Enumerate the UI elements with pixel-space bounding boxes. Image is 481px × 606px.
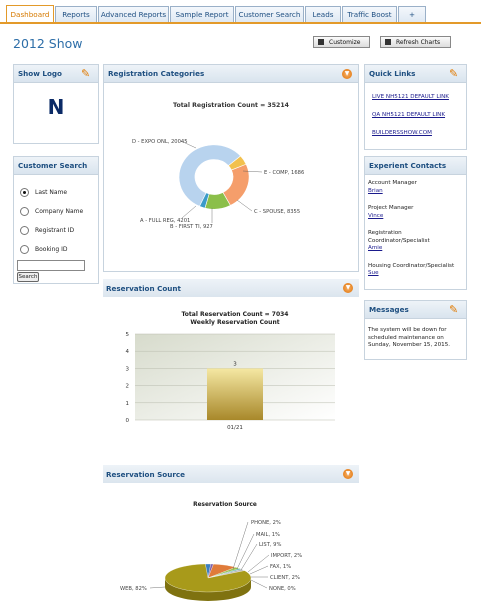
edit-pencil-icon[interactable]: ✎: [449, 68, 461, 80]
search-button[interactable]: Search: [17, 272, 39, 282]
contact-role: Project Manager: [368, 205, 414, 211]
customize-icon: [318, 39, 324, 45]
y-tick-label: 4: [126, 349, 130, 355]
contact-name[interactable]: Sue: [368, 270, 464, 278]
tab-customer-search[interactable]: Customer Search: [235, 6, 304, 22]
quick-links-header: Quick Links ✎: [365, 65, 466, 83]
y-tick-label: 3: [126, 366, 130, 372]
y-tick-label: 0: [126, 418, 130, 424]
radio-button[interactable]: [20, 207, 29, 216]
label-list: LIST, 9%: [259, 542, 281, 548]
registration-categories-panel: Registration Categories ▼ Total Registra…: [103, 64, 359, 272]
customer-search-header: Customer Search: [14, 157, 98, 175]
y-tick-label: 5: [126, 332, 130, 338]
radio-button[interactable]: [20, 245, 29, 254]
messages-header: Messages ✎: [365, 301, 466, 319]
tab-dashboard[interactable]: Dashboard: [6, 5, 54, 23]
registration-categories-header: Registration Categories ▼: [104, 65, 358, 83]
quick-link-live[interactable]: LIVE NH5121 DEFAULT LINK: [372, 94, 449, 100]
label-web: WEB, 82%: [120, 586, 147, 592]
show-logo-header: Show Logo ✎: [14, 65, 98, 83]
label-comp: E - COMP, 1686: [264, 170, 304, 176]
contact-name[interactable]: Amie: [368, 245, 464, 253]
tab-underline: [0, 22, 481, 24]
reservation-count-bar-chart: 0 1 2 3 4 5 3 01/21: [126, 332, 335, 431]
contact-role: Housing Coordinator/Specialist: [368, 262, 455, 269]
tab-sample-report[interactable]: Sample Report: [170, 6, 234, 22]
edit-pencil-icon[interactable]: ✎: [81, 68, 93, 80]
tab-traffic-boost[interactable]: Traffic Boost: [342, 6, 397, 22]
reservation-count-header: Reservation Count ▼: [103, 279, 359, 297]
label-mail: MAIL, 1%: [256, 532, 280, 538]
quick-links-panel: Quick Links ✎ LIVE NH5121 DEFAULT LINK Q…: [364, 64, 467, 150]
radio-company-name[interactable]: Company Name: [20, 202, 83, 221]
experient-contacts-panel: Experient Contacts Account Manager Brian…: [364, 156, 467, 290]
radio-button[interactable]: [20, 188, 29, 197]
label-expo-onl: D - EXPO ONL, 20045: [132, 139, 188, 145]
collapse-icon[interactable]: ▼: [342, 69, 352, 79]
reservation-count-chart-subtitle: Weekly Reservation Count: [190, 319, 280, 326]
label-fax: FAX, 1%: [270, 564, 291, 570]
edit-pencil-icon[interactable]: ✎: [449, 304, 461, 316]
reservation-source-pie-chart: PHONE, 2% MAIL, 1% LIST, 9% IMPORT, 2% F…: [120, 520, 302, 601]
radio-booking-id[interactable]: Booking ID: [20, 240, 83, 259]
contact-name[interactable]: Brian: [368, 188, 464, 196]
label-phone: PHONE, 2%: [251, 520, 281, 526]
contact-role: Account Manager: [368, 180, 417, 186]
customer-search-panel: Customer Search Last Name Company Name R…: [13, 156, 99, 284]
radio-registrant-id[interactable]: Registrant ID: [20, 221, 83, 240]
bar-01-21: [207, 368, 263, 420]
label-client: CLIENT, 2%: [270, 575, 300, 581]
messages-panel: Messages ✎ The system will be down for s…: [364, 300, 467, 360]
reservation-count-chart-title: Total Reservation Count = 7034: [181, 311, 289, 318]
label-first-ti: B - FIRST TI, 927: [170, 224, 213, 230]
tab-leads[interactable]: Leads: [305, 6, 341, 22]
label-spouse: C - SPOUSE, 8355: [254, 209, 300, 215]
label-none: NONE, 0%: [269, 586, 296, 592]
tab-add[interactable]: +: [398, 6, 426, 22]
y-tick-label: 1: [126, 401, 130, 407]
experient-contacts-header: Experient Contacts: [365, 157, 466, 175]
label-import: IMPORT, 2%: [271, 553, 302, 559]
tab-bar: Dashboard Reports Advanced Reports Sampl…: [0, 0, 481, 24]
customize-button[interactable]: Customize: [313, 36, 370, 48]
search-input[interactable]: [17, 260, 85, 271]
refresh-icon: [385, 39, 391, 45]
radio-button[interactable]: [20, 226, 29, 235]
tab-advanced-reports[interactable]: Advanced Reports: [98, 6, 169, 22]
contact-role: Registration Coordinator/Specialist: [368, 230, 430, 244]
registration-donut-chart: D - EXPO ONL, 20045 E - COMP, 1686 C - S…: [132, 139, 304, 230]
collapse-icon[interactable]: ▼: [343, 283, 353, 293]
refresh-charts-button[interactable]: Refresh Charts: [380, 36, 451, 48]
y-tick-label: 2: [126, 384, 130, 390]
radio-last-name[interactable]: Last Name: [20, 183, 83, 202]
quick-link-buildersshow[interactable]: BUILDERSSHOW.COM: [372, 130, 432, 136]
page-title: 2012 Show: [13, 36, 83, 51]
reservation-source-header: Reservation Source ▼: [103, 465, 359, 483]
show-logo-panel: Show Logo ✎ N: [13, 64, 99, 144]
x-tick-label: 01/21: [227, 425, 243, 431]
bar-data-label: 3: [233, 361, 237, 367]
message-text: The system will be down for scheduled ma…: [368, 327, 451, 348]
reservation-source-chart-title: Reservation Source: [193, 502, 257, 508]
tab-reports[interactable]: Reports: [55, 6, 97, 22]
show-logo-image: N: [47, 95, 65, 119]
contact-name[interactable]: Vince: [368, 213, 464, 221]
quick-link-qa[interactable]: QA NH5121 DEFAULT LINK: [372, 112, 445, 118]
collapse-icon[interactable]: ▼: [343, 469, 353, 479]
contacts-list: Account Manager Brian Project Manager Vi…: [368, 180, 464, 278]
